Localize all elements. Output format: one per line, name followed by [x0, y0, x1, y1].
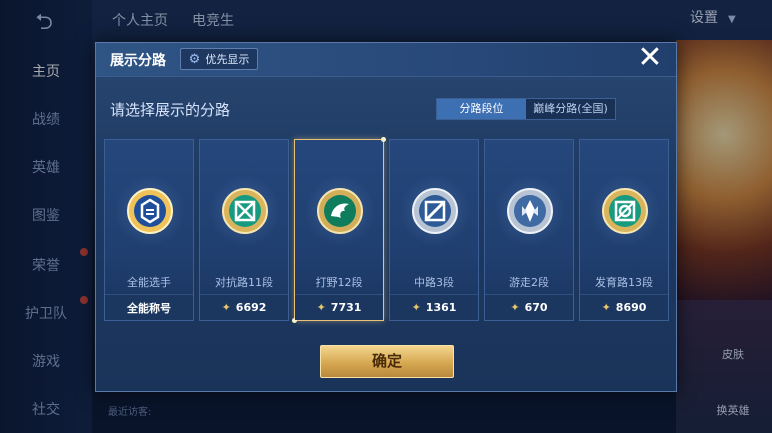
dialog-header: 展示分路 ⚙ 优先显示 ✕ — [96, 43, 676, 77]
card-footer: ✦ 1361 — [390, 294, 478, 320]
priority-display-button[interactable]: ⚙ 优先显示 — [180, 48, 258, 70]
card-value: 1361 — [425, 301, 457, 314]
lane-card-clash[interactable]: 对抗路11段 ✦ 6692 — [199, 139, 289, 321]
card-value: 8690 — [615, 301, 647, 314]
farm-lane-badge-icon — [600, 186, 650, 236]
card-value: 7731 — [330, 301, 362, 314]
lane-card-farm[interactable]: 发育路13段 ✦ 8690 — [579, 139, 669, 321]
lane-card-mid[interactable]: 中路3段 ✦ 1361 — [389, 139, 479, 321]
card-footer: 全能称号 — [105, 294, 193, 320]
mid-lane-badge-icon — [410, 186, 460, 236]
star-icon: ✦ — [601, 301, 611, 314]
jungle-badge-icon — [315, 186, 365, 236]
clash-lane-badge-icon — [220, 186, 270, 236]
roam-badge-icon — [505, 186, 555, 236]
lane-card-list: 全能选手 全能称号 对抗路11段 ✦ 6692 打野12段 ✦ 7731 中路3… — [104, 137, 670, 323]
tab-peak-lane-national[interactable]: 巅峰分路(全国) — [526, 99, 615, 119]
card-value: 6692 — [235, 301, 267, 314]
lane-card-roam[interactable]: 游走2段 ✦ 670 — [484, 139, 574, 321]
card-footer: ✦ 7731 — [295, 294, 383, 320]
close-button[interactable]: ✕ — [634, 43, 666, 75]
lane-mode-toggle: 分路段位 巅峰分路(全国) — [436, 98, 616, 120]
card-footer: ✦ 8690 — [580, 294, 668, 320]
card-lane-name: 打野12段 — [315, 276, 363, 289]
card-value: 全能称号 — [127, 301, 171, 315]
tab-lane-rank[interactable]: 分路段位 — [437, 99, 526, 119]
card-lane-name: 发育路13段 — [595, 276, 653, 289]
priority-display-label: 优先显示 — [205, 53, 250, 66]
star-icon: ✦ — [221, 301, 231, 314]
gear-icon: ⚙ — [188, 51, 201, 67]
star-icon: ✦ — [411, 301, 421, 314]
card-lane-name: 全能选手 — [127, 276, 171, 289]
corner-sparkle-icon — [381, 137, 386, 142]
card-lane-name: 中路3段 — [414, 276, 454, 289]
card-footer: ✦ 6692 — [200, 294, 288, 320]
lane-card-all-round[interactable]: 全能选手 全能称号 — [104, 139, 194, 321]
dialog-subtitle: 请选择展示的分路 — [110, 101, 231, 119]
card-footer: ✦ 670 — [485, 294, 573, 320]
card-value: 670 — [524, 301, 548, 314]
all-round-badge-icon — [125, 186, 175, 236]
dialog-title: 展示分路 — [110, 53, 166, 69]
lane-card-jungle[interactable]: 打野12段 ✦ 7731 — [292, 137, 386, 323]
card-lane-name: 游走2段 — [509, 276, 549, 289]
card-lane-name: 对抗路11段 — [215, 276, 273, 289]
star-icon: ✦ — [316, 301, 326, 314]
star-icon: ✦ — [510, 301, 520, 314]
lane-display-dialog: 展示分路 ⚙ 优先显示 ✕ 请选择展示的分路 分路段位 巅峰分路(全国) 全能选… — [95, 42, 677, 392]
confirm-button[interactable]: 确定 — [320, 345, 454, 378]
